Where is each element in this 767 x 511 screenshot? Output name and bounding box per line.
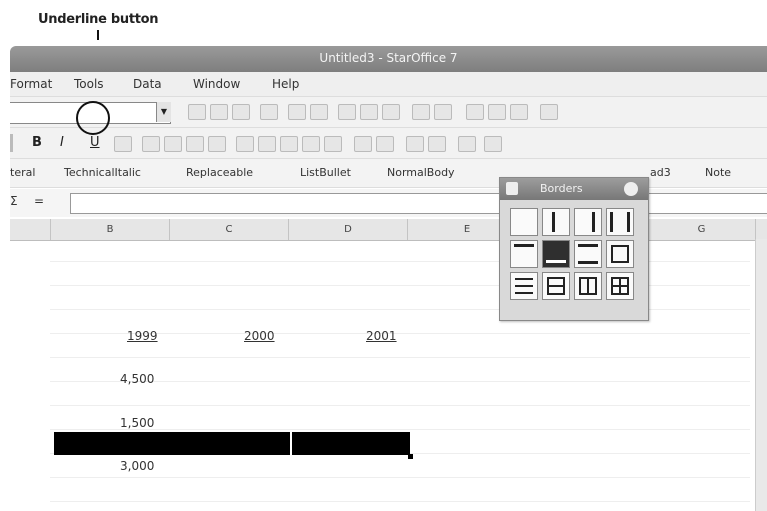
menu-data[interactable]: Data	[133, 77, 162, 91]
cell-year-2001[interactable]: 2001	[366, 329, 397, 343]
bottom-border-option[interactable]	[542, 240, 570, 268]
align-left-icon[interactable]	[142, 136, 160, 152]
right-border-option[interactable]	[574, 208, 602, 236]
column-header-d[interactable]: D	[289, 219, 408, 240]
formula-bar: Σ =	[10, 189, 767, 217]
cell-separator	[290, 432, 292, 455]
open-icon[interactable]	[210, 104, 228, 120]
percent-format-icon[interactable]	[258, 136, 276, 152]
left-right-border-option[interactable]	[606, 208, 634, 236]
panel-pin-icon[interactable]	[506, 182, 518, 195]
selected-cell-range[interactable]	[54, 432, 410, 455]
undo-icon[interactable]	[412, 104, 430, 120]
chevron-down-icon[interactable]: ▼	[156, 102, 171, 122]
outer-vertical-option[interactable]	[574, 272, 602, 300]
save-icon[interactable]	[232, 104, 250, 120]
redo-icon[interactable]	[434, 104, 452, 120]
decrease-indent-icon[interactable]	[354, 136, 372, 152]
justify-icon[interactable]	[208, 136, 226, 152]
style-item[interactable]: Replaceable	[186, 166, 253, 179]
top-border-option[interactable]	[510, 240, 538, 268]
more-options-icon[interactable]	[484, 136, 502, 152]
style-item[interactable]: Note	[705, 166, 731, 179]
outer-horizontal-option[interactable]	[542, 272, 570, 300]
vertical-scrollbar[interactable]	[755, 239, 767, 511]
cell-value[interactable]: 1,500	[120, 416, 154, 430]
navigator-icon[interactable]	[510, 104, 528, 120]
cell-value[interactable]: 4,500	[120, 372, 154, 386]
underline-button[interactable]: U	[90, 135, 100, 150]
fill-handle[interactable]	[408, 454, 413, 459]
hyperlink-icon[interactable]	[466, 104, 484, 120]
title-bar: Untitled3 - StarOffice 7	[10, 46, 767, 72]
top-bottom-border-option[interactable]	[574, 240, 602, 268]
menu-help[interactable]: Help	[272, 77, 299, 91]
window-title: Untitled3 - StarOffice 7	[319, 51, 458, 65]
toolbar-grip	[10, 134, 13, 152]
cut-icon[interactable]	[338, 104, 356, 120]
all-borders-option[interactable]	[606, 272, 634, 300]
borders-icon[interactable]	[406, 136, 424, 152]
edit-icon[interactable]	[260, 104, 278, 120]
font-color-icon[interactable]	[114, 136, 132, 152]
column-header-c[interactable]: C	[170, 219, 289, 240]
sum-icon[interactable]: Σ	[10, 194, 18, 208]
add-decimal-icon[interactable]	[302, 136, 320, 152]
borders-panel-titlebar[interactable]: Borders	[500, 178, 648, 200]
column-headers: B C D E G	[10, 219, 767, 241]
menu-window[interactable]: Window	[193, 77, 240, 91]
export-pdf-icon[interactable]	[288, 104, 306, 120]
function-equals-icon[interactable]: =	[34, 194, 44, 208]
outer-border-option[interactable]	[606, 240, 634, 268]
copy-icon[interactable]	[360, 104, 378, 120]
merge-cells-icon[interactable]	[236, 136, 254, 152]
column-header-g[interactable]: G	[648, 219, 756, 240]
cell-year-2000[interactable]: 2000	[244, 329, 275, 343]
style-item[interactable]: ListBullet	[300, 166, 351, 179]
delete-decimal-icon[interactable]	[324, 136, 342, 152]
align-center-icon[interactable]	[164, 136, 182, 152]
staroffice-window: Untitled3 - StarOffice 7 Format Tools Da…	[10, 40, 767, 511]
row-header-corner[interactable]	[10, 219, 51, 240]
style-item[interactable]: ad3	[650, 166, 671, 179]
panel-close-icon[interactable]	[624, 182, 638, 196]
formula-input[interactable]	[70, 193, 767, 214]
formatting-toolbar: B I U	[10, 128, 767, 159]
align-right-icon[interactable]	[186, 136, 204, 152]
menu-format[interactable]: Format	[10, 77, 52, 91]
borders-panel-title: Borders	[540, 182, 583, 195]
column-header-b[interactable]: B	[51, 219, 170, 240]
print-icon[interactable]	[310, 104, 328, 120]
new-document-icon[interactable]	[188, 104, 206, 120]
paste-icon[interactable]	[382, 104, 400, 120]
currency-format-icon[interactable]	[280, 136, 298, 152]
bold-button[interactable]: B	[32, 135, 42, 150]
menu-tools[interactable]: Tools	[74, 77, 104, 91]
no-border-option[interactable]	[510, 208, 538, 236]
cell-value[interactable]: 3,000	[120, 459, 154, 473]
underline-button-callout: Underline button	[38, 12, 159, 27]
borders-panel: Borders	[499, 177, 649, 321]
horizontal-lines-option[interactable]	[510, 272, 538, 300]
italic-button[interactable]: I	[60, 135, 64, 150]
style-item[interactable]: teral	[10, 166, 35, 179]
style-bar: teral TechnicalItalic Replaceable ListBu…	[10, 159, 767, 188]
font-color-dropdown-icon[interactable]	[458, 136, 476, 152]
standard-toolbar: ▼	[10, 97, 767, 128]
chart-icon[interactable]	[488, 104, 506, 120]
style-item[interactable]: NormalBody	[387, 166, 455, 179]
cell-year-1999[interactable]: 1999	[127, 329, 158, 343]
increase-indent-icon[interactable]	[376, 136, 394, 152]
left-border-option[interactable]	[542, 208, 570, 236]
menu-bar: Format Tools Data Window Help	[10, 72, 767, 97]
style-item[interactable]: TechnicalItalic	[64, 166, 141, 179]
background-color-icon[interactable]	[428, 136, 446, 152]
gallery-icon[interactable]	[540, 104, 558, 120]
underline-highlight-circle	[76, 101, 110, 135]
